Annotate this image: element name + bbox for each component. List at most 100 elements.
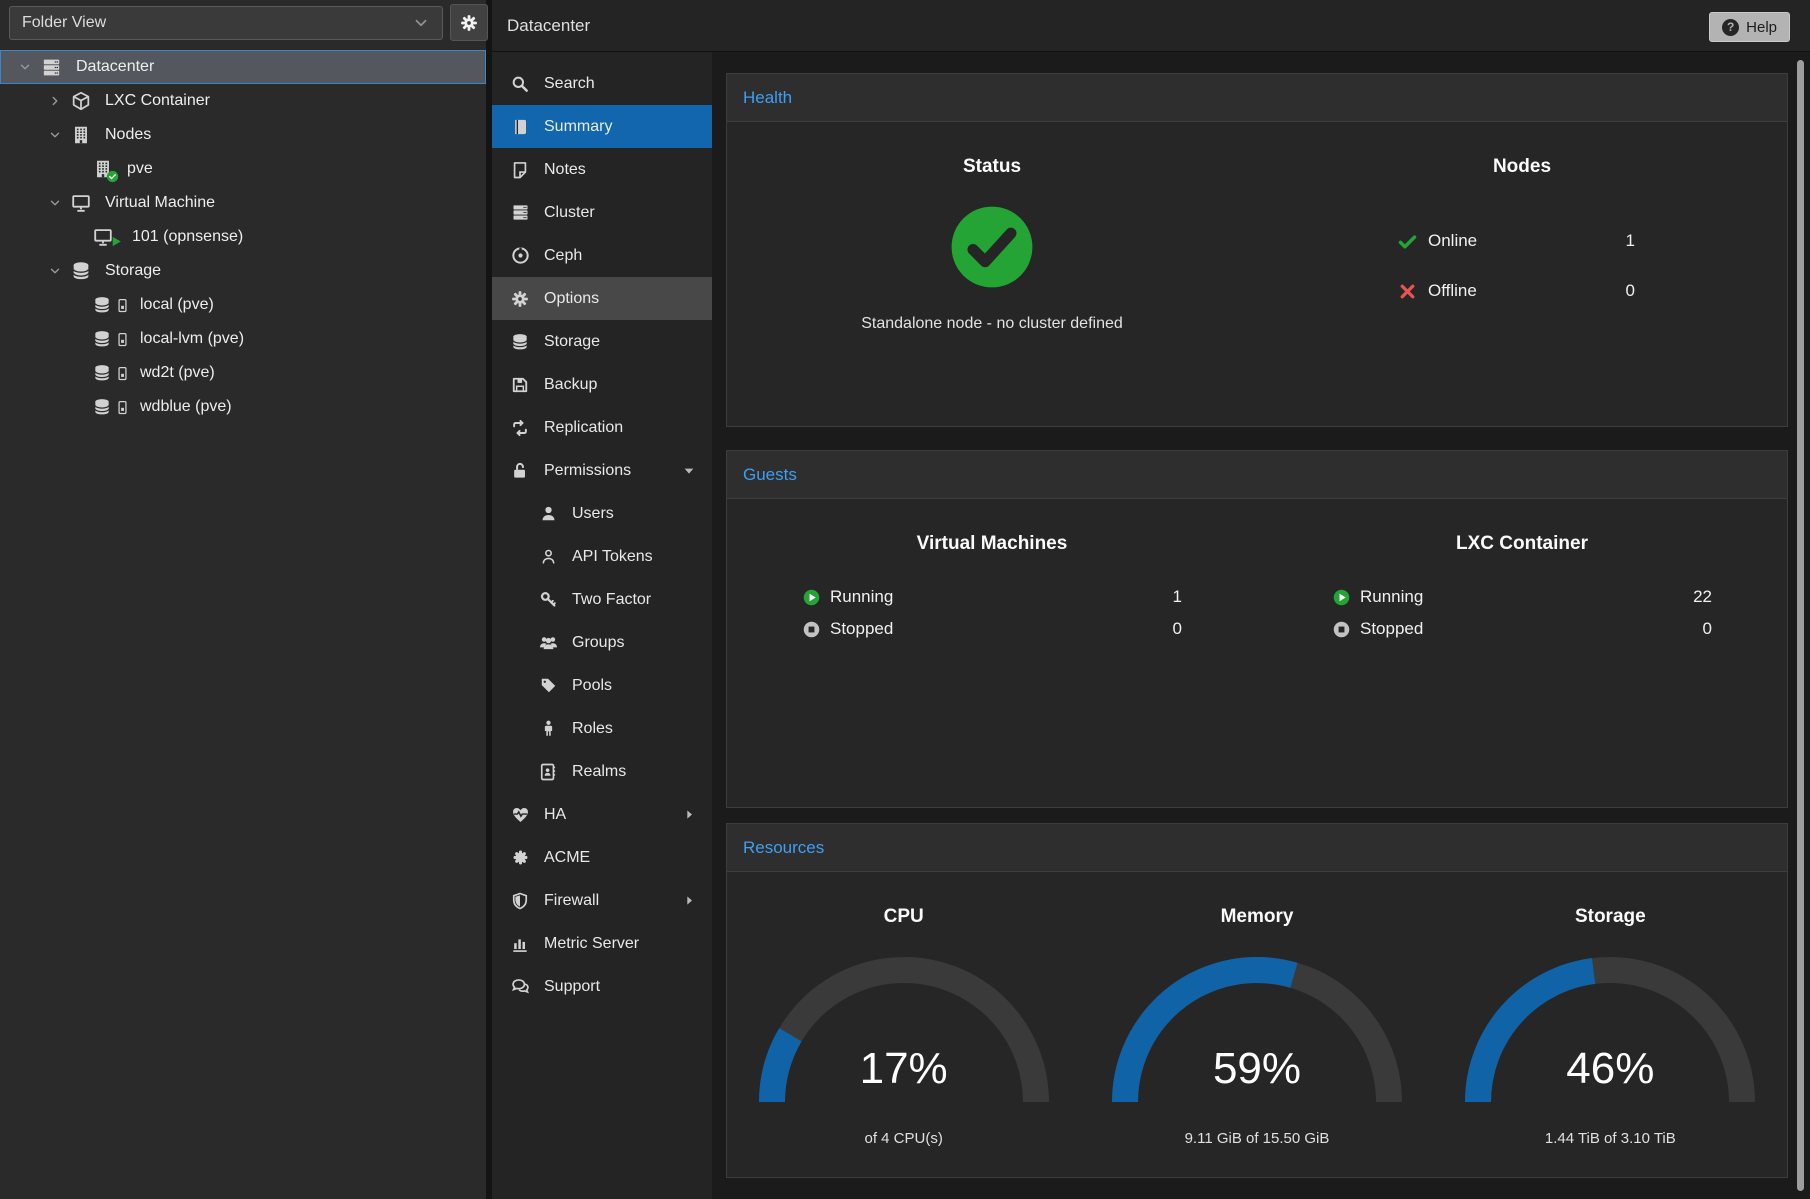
tree-item-label: Storage: [105, 262, 161, 280]
chevron-expanded-icon[interactable]: [10, 60, 40, 74]
menu-item-realms[interactable]: Realms: [492, 750, 712, 793]
menu-item-notes[interactable]: Notes: [492, 148, 712, 191]
menu-item-two-factor[interactable]: Two Factor: [492, 578, 712, 621]
tree-item-storage[interactable]: Storage: [0, 254, 486, 288]
database-icon: [70, 260, 92, 282]
menu-item-storage[interactable]: Storage: [492, 320, 712, 363]
menu-item-label: Realms: [572, 763, 626, 781]
play-badge-icon: [110, 235, 123, 248]
help-button[interactable]: ? Help: [1709, 12, 1790, 42]
lxc-stopped-label: Stopped: [1360, 619, 1423, 639]
tree-item-nodes[interactable]: Nodes: [0, 118, 486, 152]
health-panel: Health Status Standalone node - no clust…: [726, 73, 1788, 427]
tree-item-storage-wdblue[interactable]: wdblue (pve): [0, 390, 486, 424]
tree-item-datacenter[interactable]: Datacenter: [0, 50, 486, 84]
tree-item-virtual-machine[interactable]: Virtual Machine: [0, 186, 486, 220]
check-icon: [1397, 231, 1418, 252]
memory-heading: Memory: [1080, 906, 1433, 928]
vm-stopped-value: 0: [1173, 619, 1182, 639]
note-icon: [508, 160, 532, 180]
vm-stopped-label: Stopped: [830, 619, 893, 639]
menu-item-ha[interactable]: HA: [492, 793, 712, 836]
menu-item-backup[interactable]: Backup: [492, 363, 712, 406]
expand-triangle-icon[interactable]: [682, 893, 697, 908]
menu-item-roles[interactable]: Roles: [492, 707, 712, 750]
menu-item-label: Search: [544, 75, 595, 93]
lxc-stopped-value: 0: [1703, 619, 1712, 639]
menu-item-api-tokens[interactable]: API Tokens: [492, 535, 712, 578]
vm-running-label: Running: [830, 587, 893, 607]
scrollbar-thumb[interactable]: [1797, 60, 1804, 1191]
view-selector[interactable]: Folder View: [9, 6, 443, 40]
menu-item-label: API Tokens: [572, 548, 653, 566]
users-group-icon: [536, 632, 560, 653]
menu-item-cluster[interactable]: Cluster: [492, 191, 712, 234]
lxc-container-heading: LXC Container: [1257, 533, 1787, 555]
vm-running-value: 1: [1173, 587, 1182, 607]
tree-item-label: Datacenter: [76, 58, 154, 76]
tree-item-label: Nodes: [105, 126, 151, 144]
expand-triangle-icon[interactable]: [682, 807, 697, 822]
tree-item-pve[interactable]: pve: [0, 152, 486, 186]
memory-gauge: 59%: [1105, 956, 1409, 1108]
menu-item-replication[interactable]: Replication: [492, 406, 712, 449]
tree-item-label: pve: [127, 160, 153, 178]
storage-drive-icon: [92, 329, 130, 349]
building-icon: [70, 124, 92, 146]
comments-icon: [508, 976, 532, 997]
menu-item-label: Notes: [544, 161, 586, 179]
certificate-seal-icon: [508, 848, 532, 867]
menu-item-users[interactable]: Users: [492, 492, 712, 535]
chevron-collapsed-icon[interactable]: [40, 94, 70, 108]
lxc-stopped-row: Stopped 0: [1332, 613, 1712, 645]
menu-item-support[interactable]: Support: [492, 965, 712, 1008]
health-panel-header: Health: [727, 74, 1787, 122]
server-rack-icon: [40, 56, 63, 79]
cpu-heading: CPU: [727, 906, 1080, 928]
cpu-percent: 17%: [752, 1044, 1056, 1094]
vertical-scrollbar: [1797, 60, 1804, 1191]
page-title: Datacenter: [507, 0, 590, 52]
virtual-machines-column: Virtual Machines Running 1 Stopped 0: [727, 499, 1257, 807]
tree-item-storage-local-lvm[interactable]: local-lvm (pve): [0, 322, 486, 356]
chevron-expanded-icon[interactable]: [40, 128, 70, 142]
resources-panel: Resources CPU 17% of 4 CPU(s) Memory: [726, 823, 1788, 1178]
datacenter-menu: Search Summary Notes Cluster Ceph Option…: [492, 52, 712, 1199]
storage-heading: Storage: [1434, 906, 1787, 928]
menu-item-options[interactable]: Options: [492, 277, 712, 320]
collapse-triangle-icon[interactable]: [681, 463, 697, 479]
menu-item-pools[interactable]: Pools: [492, 664, 712, 707]
bar-chart-icon: [508, 934, 532, 954]
nodes-heading: Nodes: [1257, 156, 1787, 178]
tree-settings-button[interactable]: [450, 4, 488, 41]
menu-item-search[interactable]: Search: [492, 62, 712, 105]
tree-item-label: 101 (opnsense): [132, 228, 243, 246]
chevron-expanded-icon[interactable]: [40, 264, 70, 278]
menu-item-groups[interactable]: Groups: [492, 621, 712, 664]
menu-item-label: Summary: [544, 118, 612, 136]
menu-item-metric-server[interactable]: Metric Server: [492, 922, 712, 965]
menu-item-acme[interactable]: ACME: [492, 836, 712, 879]
menu-item-label: HA: [544, 806, 566, 824]
top-bar: Datacenter ? Help: [492, 0, 1810, 52]
server-rack-icon: [508, 202, 532, 223]
cube-icon: [70, 90, 92, 112]
nodes-online-label: Online: [1428, 231, 1477, 251]
menu-item-firewall[interactable]: Firewall: [492, 879, 712, 922]
tree-item-vm-101[interactable]: 101 (opnsense): [0, 220, 486, 254]
tree-item-storage-local[interactable]: local (pve): [0, 288, 486, 322]
running-icon: [1332, 588, 1351, 607]
menu-item-summary[interactable]: Summary: [492, 105, 712, 148]
chevron-expanded-icon[interactable]: [40, 196, 70, 210]
cpu-gauge: 17%: [752, 956, 1056, 1108]
menu-item-label: Options: [544, 290, 599, 308]
stopped-icon: [802, 620, 821, 639]
memory-gauge-column: Memory 59% 9.11 GiB of 15.50 GiB: [1080, 872, 1433, 1177]
menu-item-ceph[interactable]: Ceph: [492, 234, 712, 277]
storage-gauge: 46%: [1458, 956, 1762, 1108]
user-icon: [536, 504, 560, 523]
tree-item-storage-wd2t[interactable]: wd2t (pve): [0, 356, 486, 390]
storage-percent: 46%: [1458, 1044, 1762, 1094]
menu-item-permissions[interactable]: Permissions: [492, 449, 712, 492]
tree-item-lxc-container[interactable]: LXC Container: [0, 84, 486, 118]
